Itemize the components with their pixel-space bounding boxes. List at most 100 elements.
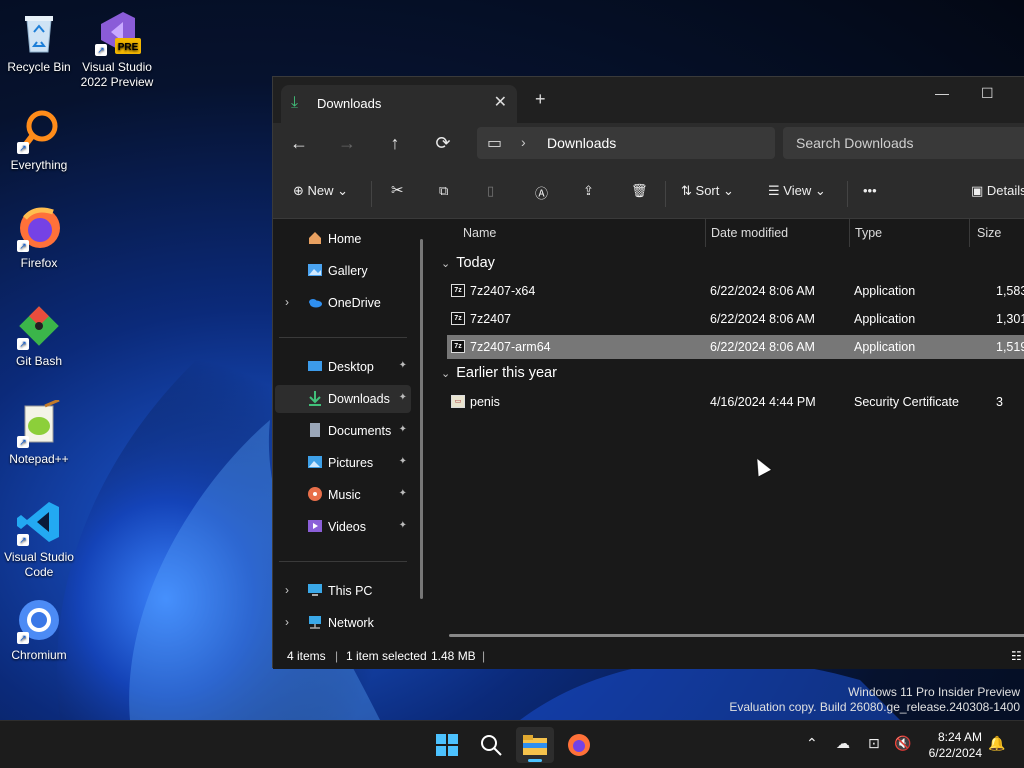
file-name: 7z2407 (470, 312, 512, 326)
sidebar-scrollbar[interactable] (420, 239, 423, 599)
sidebar-divider (279, 337, 407, 338)
address-bar[interactable]: ▭ › Downloads (477, 127, 775, 159)
chevron-right-icon: › (521, 134, 526, 150)
close-tab-button[interactable]: ✕ (494, 92, 507, 112)
expand-chevron-icon[interactable]: › (285, 295, 289, 309)
details-view-icon[interactable]: ☷ (1011, 649, 1022, 663)
notifications-bell-icon[interactable]: 🔔 (988, 735, 1005, 752)
toolbar-divider (371, 181, 372, 207)
taskbar-firefox[interactable] (560, 727, 598, 763)
plus-circle-icon: ⊕ (293, 183, 304, 198)
file-row[interactable]: 7z 7z2407-x64 6/22/2024 8:06 AM Applicat… (447, 279, 1024, 303)
column-header-type[interactable]: Type (855, 226, 882, 240)
rename-icon[interactable]: Ⓐ (535, 183, 548, 202)
delete-icon[interactable]: 🗑 (631, 183, 648, 199)
sidebar-item-network[interactable]: › Network (275, 609, 411, 637)
file-row[interactable]: 7z 7z2407 6/22/2024 8:06 AM Application … (447, 307, 1024, 331)
recycle-bin-icon (15, 8, 63, 56)
forward-button[interactable]: → (333, 133, 361, 154)
sidebar-item-downloads[interactable]: Downloads ✦ (275, 385, 411, 413)
sidebar-item-videos[interactable]: Videos ✦ (275, 513, 411, 541)
column-divider[interactable] (705, 219, 706, 247)
details-pane-button[interactable]: ▣ Details (971, 183, 1024, 199)
start-button[interactable] (428, 727, 466, 763)
group-header-today[interactable]: ⌄ Today (441, 255, 495, 271)
network-status-icon[interactable]: ⊡ (868, 735, 880, 752)
share-icon[interactable]: ⇪ (583, 183, 594, 199)
sidebar-item-label: Music (328, 488, 361, 502)
new-tab-button[interactable]: + (535, 89, 546, 110)
sort-icon: ⇅ (681, 183, 692, 198)
toolbar-divider (665, 181, 666, 207)
taskbar-file-explorer[interactable] (516, 727, 554, 763)
show-hidden-icons-button[interactable]: ⌃ (806, 735, 818, 752)
monitor-icon: ▭ (487, 135, 503, 152)
command-bar: ⊕ New ⌄ ✂ ⧉ ▯ Ⓐ ⇪ 🗑 ⇅ Sort ⌄ ☰ View ⌄ ••… (273, 169, 1024, 219)
more-options-button[interactable]: ••• (863, 183, 877, 198)
expand-chevron-icon[interactable]: › (285, 583, 289, 597)
sidebar-item-this-pc[interactable]: › This PC (275, 577, 411, 605)
desktop-icon-chromium[interactable]: ↗ Chromium (0, 596, 78, 663)
desktop-icon-everything[interactable]: ↗ Everything (0, 106, 78, 173)
column-header-size[interactable]: Size (977, 226, 1001, 240)
details-label: Details (986, 183, 1024, 198)
pin-icon: ✦ (398, 392, 407, 403)
sort-label: Sort (695, 183, 720, 198)
sidebar-item-gallery[interactable]: Gallery (275, 257, 411, 285)
certificate-icon: ▭ (451, 395, 465, 408)
file-type: Security Certificate (854, 395, 959, 409)
sidebar-item-desktop[interactable]: Desktop ✦ (275, 353, 411, 381)
desktop-icon-notepadpp[interactable]: ↗ Notepad++ (0, 398, 78, 467)
refresh-button[interactable]: ⟳ (429, 133, 457, 154)
group-header-earlier-this-year[interactable]: ⌄ Earlier this year (441, 365, 557, 381)
music-icon (308, 487, 322, 501)
desktop-icon-recycle-bin[interactable]: Recycle Bin (0, 8, 78, 75)
column-header-name[interactable]: Name (463, 226, 496, 240)
view-button[interactable]: ☰ View ⌄ (768, 183, 826, 199)
notepadpp-icon: ↗ (15, 398, 63, 448)
file-row-selected[interactable]: 7z 7z2407-arm64 6/22/2024 8:06 AM Applic… (447, 335, 1024, 359)
desktop-icon-firefox[interactable]: ↗ Firefox (0, 204, 78, 271)
sidebar-item-documents[interactable]: Documents ✦ (275, 417, 411, 445)
navigation-bar: ← → ↑ ⟳ ▭ › Downloads Search Downloads (273, 123, 1024, 169)
up-button[interactable]: ↑ (381, 133, 409, 154)
volume-muted-icon[interactable]: 🔇 (894, 735, 911, 752)
breadcrumb-downloads[interactable]: Downloads (547, 135, 616, 151)
maximize-button[interactable]: ☐ (981, 85, 994, 102)
gallery-icon (308, 264, 322, 276)
minimize-button[interactable]: — (935, 85, 949, 101)
search-button[interactable] (472, 727, 510, 763)
new-button[interactable]: ⊕ New ⌄ (293, 183, 348, 199)
chevron-down-icon: ⌄ (723, 183, 734, 198)
file-size: 1,519 (996, 340, 1024, 354)
desktop-icon-vscode[interactable]: ↗ Visual Studio Code (0, 498, 78, 580)
taskbar-clock[interactable]: 8:24 AM 6/22/2024 (929, 729, 982, 761)
sidebar-item-pictures[interactable]: Pictures ✦ (275, 449, 411, 477)
desktop-icon-visual-studio[interactable]: PRE ↗ Visual Studio 2022 Preview (78, 8, 156, 90)
sidebar-item-label: Downloads (328, 392, 390, 406)
column-header-date-modified[interactable]: Date modified (711, 226, 788, 240)
column-divider[interactable] (849, 219, 850, 247)
copy-icon[interactable]: ⧉ (439, 183, 448, 199)
shortcut-arrow-icon: ↗ (95, 44, 107, 56)
desktop-icon-label: Firefox (20, 256, 58, 270)
file-row[interactable]: ▭ penis 4/16/2024 4:44 PM Security Certi… (447, 390, 1024, 414)
expand-chevron-icon[interactable]: › (285, 615, 289, 629)
tab-downloads[interactable]: ⤓ Downloads ✕ (281, 85, 517, 123)
column-divider[interactable] (969, 219, 970, 247)
sidebar-item-home[interactable]: Home (275, 225, 411, 253)
taskbar: ⌃ ☁ ⊡ 🔇 8:24 AM 6/22/2024 🔔 (0, 720, 1024, 768)
desktop-icon-git-bash[interactable]: ↗ Git Bash (0, 302, 78, 369)
download-icon: ⤓ (291, 94, 299, 111)
paste-icon[interactable]: ▯ (487, 183, 494, 199)
horizontal-scrollbar[interactable] (449, 634, 1024, 637)
sidebar-item-music[interactable]: Music ✦ (275, 481, 411, 509)
cut-icon[interactable]: ✂ (391, 181, 404, 199)
sidebar-item-label: OneDrive (328, 296, 381, 310)
sidebar-item-onedrive[interactable]: › OneDrive (275, 289, 411, 317)
back-button[interactable]: ← (285, 133, 313, 154)
sort-button[interactable]: ⇅ Sort ⌄ (681, 183, 734, 199)
search-input[interactable]: Search Downloads (783, 127, 1024, 159)
git-bash-icon: ↗ (15, 302, 63, 350)
onedrive-offline-icon[interactable]: ☁ (836, 735, 850, 752)
